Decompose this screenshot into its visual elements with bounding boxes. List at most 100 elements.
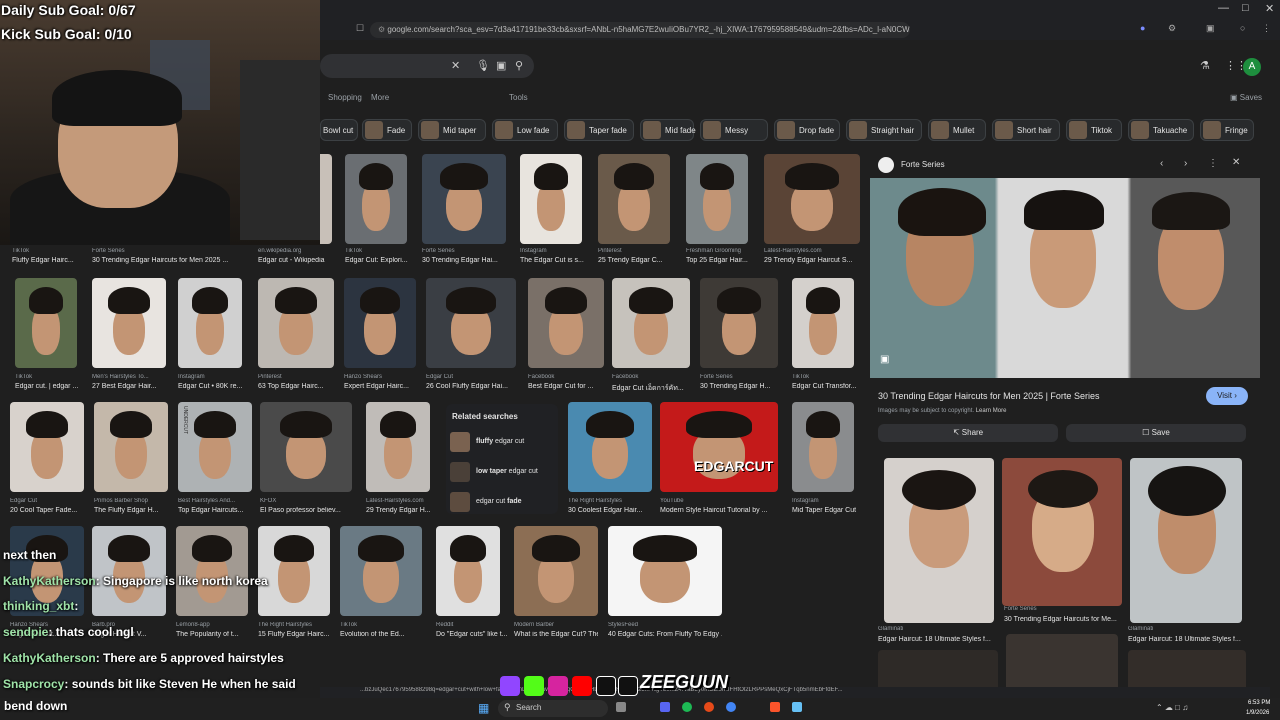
menu-icon[interactable]: ⋮ — [1262, 23, 1271, 34]
prev-icon[interactable]: ‹ — [1160, 158, 1163, 169]
result-title[interactable]: Edgar cut. | edgar ... — [15, 383, 89, 390]
result-title[interactable]: 20 Cool Taper Fade... — [10, 507, 84, 514]
result-image[interactable] — [178, 278, 242, 368]
result-title[interactable]: Edgar Cut Transfor... — [792, 383, 866, 390]
related-title[interactable]: Edgar Haircut: 18 Ultimate Styles f... — [878, 636, 998, 643]
related-image[interactable] — [1002, 458, 1122, 606]
chip-drop-fade[interactable]: Drop fade — [774, 119, 840, 141]
related-item[interactable]: edgar cut fade — [450, 492, 554, 512]
learn-more-link[interactable]: Learn More — [976, 408, 1007, 414]
chip-fade[interactable]: Fade — [362, 119, 412, 141]
result-title[interactable]: The Fluffy Edgar H... — [94, 507, 168, 514]
avatar[interactable]: A — [1243, 58, 1261, 76]
chip-takuache[interactable]: Takuache — [1128, 119, 1194, 141]
result-image[interactable] — [528, 278, 604, 368]
chip-mid-taper[interactable]: Mid taper — [418, 119, 486, 141]
result-title[interactable]: Edgar Cut • 80K re... — [178, 383, 252, 390]
result-title[interactable]: 40 Edgar Cuts: From Fluffy To Edgy ... — [608, 631, 722, 638]
bookmark-icon[interactable]: ☐ — [356, 23, 364, 34]
tray-icons[interactable]: ⌃ ☁ □ ♫ — [1156, 703, 1188, 712]
related-image[interactable] — [884, 458, 994, 623]
result-image[interactable] — [422, 154, 506, 244]
clock-time[interactable]: 6:53 PM — [1248, 700, 1270, 706]
saves-link[interactable]: ▣ Saves — [1230, 93, 1262, 102]
result-image[interactable] — [15, 278, 77, 368]
chip-mid-fade[interactable]: Mid fade — [640, 119, 696, 141]
chip-messy[interactable]: Messy — [700, 119, 768, 141]
result-title[interactable]: 29 Trendy Edgar H... — [366, 507, 440, 514]
tab-shopping[interactable]: Shopping — [328, 93, 362, 102]
result-image[interactable] — [366, 402, 430, 492]
result-title[interactable]: 30 Trending Edgar Haircuts for Men 2025 … — [92, 257, 242, 264]
clock-date[interactable]: 1/9/2026 — [1246, 710, 1269, 716]
result-image[interactable] — [686, 154, 748, 244]
result-title[interactable]: Fluffy Edgar Hairc... — [12, 257, 86, 264]
visit-button[interactable]: Visit › — [1206, 387, 1248, 405]
chip-mullet[interactable]: Mullet — [928, 119, 986, 141]
taskbar-app-icon[interactable] — [770, 702, 780, 712]
taskbar-app-icon[interactable] — [616, 702, 626, 712]
result-image[interactable]: UNDERCUT — [178, 402, 252, 492]
result-image[interactable] — [10, 402, 84, 492]
result-image[interactable] — [514, 526, 598, 616]
result-title[interactable]: The Popularity of t... — [176, 631, 250, 638]
result-title[interactable]: Edgar Cut เอ็ดการ์คัท... — [612, 383, 690, 394]
panel-source[interactable]: Forte Series — [901, 160, 945, 169]
save-button[interactable]: ☐ Save — [1066, 424, 1246, 442]
result-title[interactable]: 26 Cool Fluffy Edgar Hai... — [426, 383, 516, 390]
panel-title[interactable]: 30 Trending Edgar Haircuts for Men 2025 … — [878, 391, 1198, 401]
url-field[interactable]: ⚙ google.com/search?sca_esv=7d3a417191be… — [370, 22, 910, 38]
result-image[interactable] — [344, 278, 416, 368]
taskbar-app-icon[interactable] — [792, 702, 802, 712]
result-title[interactable]: Top Edgar Haircuts... — [178, 507, 252, 514]
chip-low-fade[interactable]: Low fade — [492, 119, 558, 141]
result-title[interactable]: Modern Style Haircut Tutorial by ... — [660, 507, 778, 514]
result-image[interactable]: EDGARCUT — [660, 402, 778, 492]
result-image[interactable] — [608, 526, 722, 616]
result-image[interactable] — [258, 526, 330, 616]
tab-tools[interactable]: Tools — [509, 93, 528, 102]
result-image[interactable] — [345, 154, 407, 244]
labs-icon[interactable]: ⚗ — [1200, 59, 1210, 72]
next-icon[interactable]: › — [1184, 158, 1187, 169]
result-image[interactable] — [94, 402, 168, 492]
result-image[interactable] — [612, 278, 690, 368]
result-image[interactable] — [598, 154, 670, 244]
result-image[interactable] — [426, 278, 516, 368]
result-title[interactable]: Top 25 Edgar Hair... — [686, 257, 760, 264]
chip-short-hair[interactable]: Short hair — [992, 119, 1060, 141]
result-title[interactable]: 30 Trending Edgar H... — [700, 383, 778, 390]
chip-bowl-cut[interactable]: Bowl cut — [320, 119, 358, 141]
chip-straight-hair[interactable]: Straight hair — [846, 119, 922, 141]
result-title[interactable]: 29 Trendy Edgar Haircut S... — [764, 257, 860, 264]
lens-icon[interactable]: ▣ — [496, 59, 506, 72]
result-image[interactable] — [340, 526, 422, 616]
close-icon[interactable]: ✕ — [1265, 2, 1274, 15]
maximize-icon[interactable]: □ — [1242, 2, 1249, 14]
result-title[interactable]: Edgar cut - Wikipedia — [258, 257, 332, 264]
minimize-icon[interactable]: — — [1218, 2, 1229, 14]
chip-fringe[interactable]: Fringe — [1200, 119, 1254, 141]
related-item[interactable]: low taper edgar cut — [450, 462, 554, 482]
result-image[interactable] — [260, 402, 352, 492]
result-image[interactable] — [436, 526, 500, 616]
related-title[interactable]: Edgar Haircut: 18 Ultimate Styles f... — [1128, 636, 1248, 643]
taskbar-app-icon[interactable] — [704, 702, 714, 712]
result-image[interactable] — [568, 402, 652, 492]
clear-icon[interactable]: ✕ — [451, 59, 460, 72]
result-title[interactable]: Best Edgar Cut for ... — [528, 383, 604, 390]
result-image[interactable] — [258, 278, 334, 368]
related-item[interactable]: fluffy edgar cut — [450, 432, 554, 452]
result-title[interactable]: Expert Edgar Hairc... — [344, 383, 418, 390]
preview-image[interactable]: ▣ — [870, 178, 1260, 378]
sidebar-icon[interactable]: ▣ — [1206, 23, 1215, 34]
result-title[interactable]: 30 Coolest Edgar Hair... — [568, 507, 652, 514]
chip-taper-fade[interactable]: Taper fade — [564, 119, 634, 141]
result-image[interactable] — [764, 154, 860, 244]
result-title[interactable]: Evolution of the Ed... — [340, 631, 422, 638]
lens-search-icon[interactable]: ▣ — [880, 354, 889, 365]
result-image[interactable] — [700, 278, 778, 368]
result-title[interactable]: What is the Edgar Cut? The Po... — [514, 631, 598, 638]
result-title[interactable]: 25 Trendy Edgar C... — [598, 257, 672, 264]
result-title[interactable]: The Edgar Cut is s... — [520, 257, 594, 264]
